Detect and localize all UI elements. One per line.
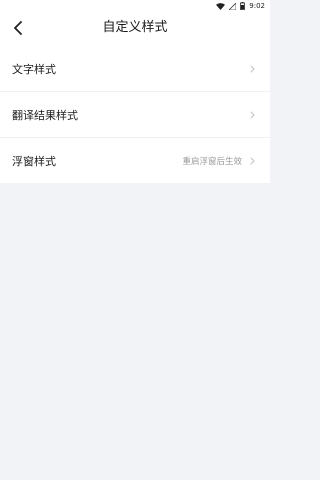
screen: 9:02 自定义样式 文字样式 翻译结果样式 浮窗样式 重启浮窗后生效 — [0, 0, 270, 480]
status-time: 9:02 — [249, 2, 265, 10]
settings-list: 文字样式 翻译结果样式 浮窗样式 重启浮窗后生效 — [0, 46, 270, 183]
page-title: 自定义样式 — [102, 20, 168, 35]
signal-icon — [229, 2, 237, 10]
chevron-right-icon — [249, 111, 255, 119]
settings-item-label: 文字样式 — [12, 62, 56, 76]
settings-item-label: 浮窗样式 — [12, 154, 56, 168]
wifi-icon — [216, 2, 226, 10]
settings-item-translation-style[interactable]: 翻译结果样式 — [0, 92, 270, 138]
settings-item-floating-window-style[interactable]: 浮窗样式 重启浮窗后生效 — [0, 138, 270, 183]
header: 自定义样式 — [0, 12, 270, 46]
battery-icon — [240, 2, 246, 10]
settings-item-value: 重启浮窗后生效 — [182, 156, 242, 167]
status-icons: 9:02 — [216, 1, 265, 11]
settings-item-text-style[interactable]: 文字样式 — [0, 46, 270, 92]
status-bar: 9:02 — [0, 0, 270, 12]
chevron-right-icon — [249, 65, 255, 73]
chevron-right-icon — [249, 157, 255, 165]
settings-item-label: 翻译结果样式 — [12, 108, 78, 122]
